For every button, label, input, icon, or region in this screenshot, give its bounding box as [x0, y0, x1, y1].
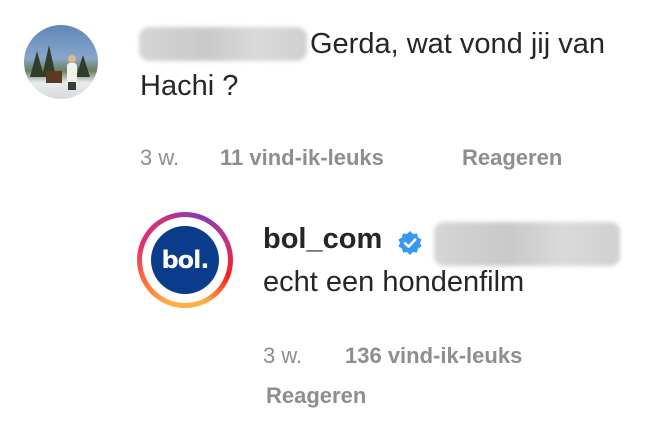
reply-username[interactable]: bol_com	[263, 223, 382, 256]
reply-timestamp[interactable]: 3 w.	[263, 343, 302, 369]
bol-com-avatar[interactable]: bol.	[137, 212, 233, 308]
reply-text: echt een hondenfilm	[263, 266, 525, 298]
blurred-mention[interactable]	[434, 222, 620, 266]
avatar-hut-shape	[46, 71, 62, 83]
comment-reply-button[interactable]: Reageren	[462, 145, 562, 171]
avatar-ring-gap: bol.	[142, 217, 228, 303]
reply-likes-link[interactable]: 136 vind-ik-leuks	[345, 343, 522, 369]
avatar-tree-shape	[76, 55, 90, 77]
comment-text-line2: Hachi ?	[140, 70, 239, 102]
comment-timestamp[interactable]: 3 w.	[140, 145, 179, 171]
bol-logo: bol.	[151, 226, 219, 294]
reply-reply-button[interactable]: Reageren	[266, 383, 366, 409]
avatar-person-legs	[68, 82, 76, 90]
comment-likes-link[interactable]: 11 vind-ik-leuks	[220, 145, 384, 171]
blurred-username[interactable]	[139, 27, 307, 61]
commenter-avatar[interactable]	[24, 25, 98, 99]
comment-text-line1: Gerda, wat vond jij van	[310, 28, 605, 60]
verified-badge-icon	[398, 231, 422, 255]
avatar-person-head	[68, 55, 76, 63]
